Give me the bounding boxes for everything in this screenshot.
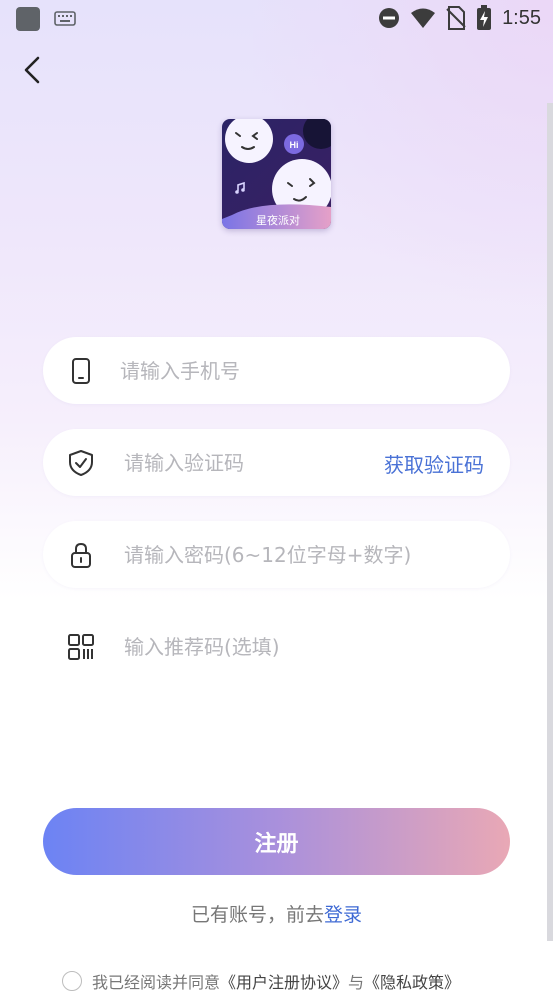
battery-charging-icon: [477, 5, 492, 30]
login-prefix: 已有账号，前去: [190, 904, 324, 926]
password-input[interactable]: [124, 521, 484, 588]
keyboard-icon: [54, 11, 76, 26]
app-logo: Hi 星夜派对: [222, 119, 331, 229]
phone-field[interactable]: [43, 337, 510, 404]
qr-code-icon: [68, 634, 94, 660]
agreement-conj: 与: [348, 973, 365, 992]
privacy-policy-link[interactable]: 《隐私政策》: [364, 969, 460, 993]
scrollbar[interactable]: [547, 103, 553, 941]
login-link[interactable]: 登录: [324, 904, 362, 926]
user-agreement-link[interactable]: 《用户注册协议》: [220, 969, 348, 993]
no-sim-icon: [446, 6, 466, 30]
phone-input[interactable]: [120, 337, 360, 404]
verification-code-input[interactable]: [124, 429, 364, 496]
referral-code-field[interactable]: [43, 613, 510, 680]
shield-check-icon: [69, 450, 93, 476]
get-code-button[interactable]: 获取验证码: [384, 449, 484, 478]
phone-icon: [72, 358, 90, 384]
wifi-icon: [411, 8, 436, 28]
lock-icon: [71, 542, 91, 568]
referral-code-input[interactable]: [124, 613, 484, 680]
agreement-row: 我已经阅读并同意 《用户注册协议》 与 《隐私政策》: [62, 966, 542, 996]
logo-brand-text: 星夜派对: [256, 213, 300, 227]
status-bar: 1:55: [0, 0, 553, 38]
agreement-prefix: 我已经阅读并同意: [92, 973, 221, 992]
app-notification-icon: [16, 7, 40, 31]
logo-hi-text: Hi: [290, 140, 299, 150]
register-button[interactable]: 注册: [43, 808, 510, 875]
verification-code-field[interactable]: 获取验证码: [43, 429, 510, 496]
status-time: 1:55: [502, 6, 541, 29]
password-field[interactable]: [43, 521, 510, 588]
agreement-checkbox[interactable]: [62, 971, 82, 991]
back-arrow-icon[interactable]: [18, 54, 50, 86]
do-not-disturb-icon: [379, 8, 400, 28]
login-prompt: 已有账号，前去登录: [0, 900, 553, 927]
